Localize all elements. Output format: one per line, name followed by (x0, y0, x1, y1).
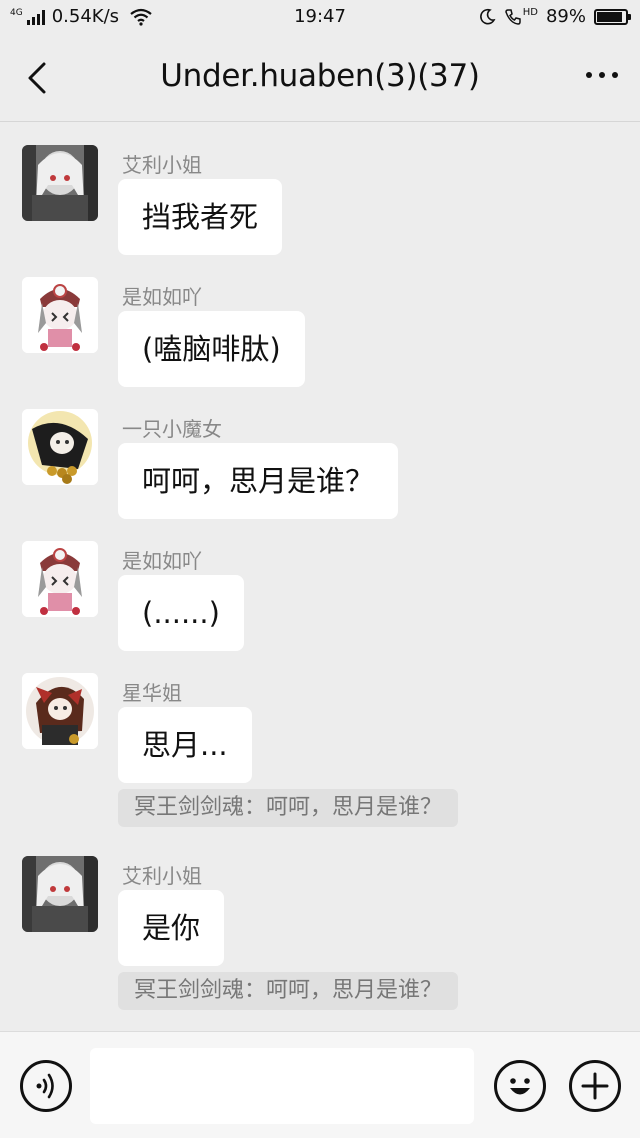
voice-button[interactable] (20, 1060, 72, 1112)
message-bubble[interactable]: (嗑脑啡肽) (118, 311, 305, 387)
avatar[interactable] (22, 145, 98, 221)
status-right: HD 89% (478, 6, 631, 27)
avatar[interactable] (22, 541, 98, 617)
avatar[interactable] (22, 277, 98, 353)
emoji-icon (510, 1078, 530, 1095)
chat-header: Under.huaben(3)(37) (0, 34, 640, 122)
avatar[interactable] (22, 673, 98, 749)
sender-name: 艾利小姐 (122, 864, 202, 888)
battery-fill (597, 11, 622, 22)
message-bubble[interactable]: 思月... (118, 707, 252, 783)
input-bar (0, 1031, 640, 1138)
call-hd-indicator: HD (504, 6, 538, 26)
battery-icon (594, 8, 631, 25)
sender-name: 星华姐 (122, 681, 182, 705)
sender-name: 是如如吖 (122, 285, 202, 309)
avatar[interactable] (22, 856, 98, 932)
add-button[interactable] (569, 1060, 621, 1112)
message-bubble[interactable]: 是你 (118, 890, 225, 966)
sender-name: 是如如吖 (122, 549, 202, 573)
battery-percent: 89% (545, 6, 586, 27)
chat-title: Under.huaben(3)(37) (160, 58, 480, 94)
more-button[interactable] (586, 72, 618, 78)
hd-label: HD (522, 6, 538, 18)
status-bar: 4G 0.54K/s 19:47 HD 89% (0, 0, 640, 34)
more-dots-icon (586, 72, 618, 78)
plus-icon (581, 1072, 609, 1100)
voice-icon (36, 1073, 54, 1099)
sender-name: 艾利小姐 (122, 153, 202, 177)
phone-icon (504, 8, 521, 25)
emoji-button[interactable] (494, 1060, 546, 1112)
message-input[interactable] (90, 1048, 474, 1124)
quoted-reply[interactable]: 冥王剑剑魂：呵呵，思月是谁？ (118, 972, 459, 1010)
message-bubble[interactable]: 挡我者死 (118, 179, 283, 255)
sender-name: 一只小魔女 (122, 417, 222, 441)
avatar[interactable] (22, 409, 98, 485)
message-bubble[interactable]: (......) (118, 575, 244, 651)
message-bubble[interactable]: 呵呵，思月是谁？ (118, 443, 399, 519)
quoted-reply[interactable]: 冥王剑剑魂：呵呵，思月是谁？ (118, 789, 459, 827)
moon-icon (479, 8, 496, 24)
message-list[interactable]: 艾利小姐 挡我者死 是如如吖 (嗑脑啡肽) 一只小魔女 呵呵，思月是谁？ 是如如… (0, 123, 640, 1031)
